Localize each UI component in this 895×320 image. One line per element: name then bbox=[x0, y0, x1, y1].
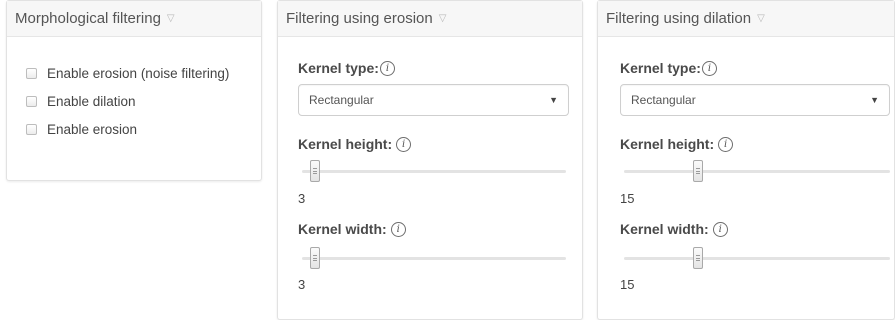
grip-icon bbox=[313, 255, 317, 261]
kernel-height-label: Kernel height: i bbox=[298, 136, 412, 152]
kernel-height-slider[interactable] bbox=[624, 157, 890, 187]
slider-track[interactable] bbox=[624, 257, 890, 260]
dilation-filter-panel: Filtering using dilation ▽ Kernel type: … bbox=[597, 0, 895, 320]
panel-title: Filtering using dilation bbox=[606, 10, 752, 27]
label-text: Kernel type: bbox=[298, 60, 379, 76]
panel-header: Morphological filtering ▽ bbox=[7, 1, 261, 37]
slider-track[interactable] bbox=[302, 170, 566, 173]
grip-icon bbox=[696, 255, 700, 261]
kernel-width-label: Kernel width: i bbox=[620, 221, 728, 237]
label-text: Kernel height: bbox=[620, 136, 715, 152]
checkbox-label: Enable dilation bbox=[47, 93, 136, 109]
info-icon[interactable]: i bbox=[396, 136, 412, 152]
panel-title: Morphological filtering bbox=[15, 10, 161, 27]
kernel-width-value: 15 bbox=[620, 277, 635, 292]
grip-icon bbox=[313, 168, 317, 174]
erosion-filter-panel: Filtering using erosion ▽ Kernel type: i… bbox=[277, 0, 583, 320]
slider-handle[interactable] bbox=[693, 160, 703, 182]
enable-erosion-checkbox[interactable]: Enable erosion bbox=[26, 119, 229, 139]
slider-handle[interactable] bbox=[693, 247, 703, 269]
checkbox-box[interactable] bbox=[26, 123, 37, 135]
kernel-width-slider[interactable] bbox=[302, 244, 566, 274]
caret-down-icon: ▼ bbox=[870, 95, 879, 105]
checkbox-box[interactable] bbox=[26, 95, 37, 107]
kernel-height-value: 15 bbox=[620, 191, 635, 206]
enable-erosion-noise-checkbox[interactable]: Enable erosion (noise filtering) bbox=[26, 63, 229, 83]
label-text: Kernel width: bbox=[298, 221, 387, 237]
slider-handle[interactable] bbox=[310, 247, 320, 269]
chevron-down-icon[interactable]: ▽ bbox=[757, 13, 765, 24]
label-text: Kernel type: bbox=[620, 60, 701, 76]
slider-track[interactable] bbox=[302, 257, 566, 260]
select-value: Rectangular bbox=[631, 93, 696, 107]
enable-dilation-checkbox[interactable]: Enable dilation bbox=[26, 91, 229, 111]
caret-down-icon: ▼ bbox=[549, 95, 558, 105]
chevron-down-icon[interactable]: ▽ bbox=[167, 13, 175, 24]
panel-title: Filtering using erosion bbox=[286, 10, 433, 27]
kernel-type-select[interactable]: Rectangular ▼ bbox=[298, 84, 569, 116]
kernel-height-value: 3 bbox=[298, 191, 306, 206]
label-text: Kernel height: bbox=[298, 136, 393, 152]
kernel-type-select[interactable]: Rectangular ▼ bbox=[620, 84, 890, 116]
select-value: Rectangular bbox=[309, 93, 374, 107]
info-icon[interactable]: i bbox=[379, 60, 395, 76]
morphological-filtering-panel: Morphological filtering ▽ Enable erosion… bbox=[6, 0, 262, 181]
kernel-height-slider[interactable] bbox=[302, 157, 566, 187]
checkbox-box[interactable] bbox=[26, 67, 37, 79]
grip-icon bbox=[696, 168, 700, 174]
slider-handle[interactable] bbox=[310, 160, 320, 182]
info-icon[interactable]: i bbox=[701, 60, 717, 76]
info-icon[interactable]: i bbox=[712, 221, 728, 237]
info-icon[interactable]: i bbox=[718, 136, 734, 152]
kernel-width-label: Kernel width: i bbox=[298, 221, 406, 237]
info-icon[interactable]: i bbox=[390, 221, 406, 237]
panel-header: Filtering using dilation ▽ bbox=[598, 1, 894, 37]
panel-header: Filtering using erosion ▽ bbox=[278, 1, 582, 37]
chevron-down-icon[interactable]: ▽ bbox=[439, 13, 447, 24]
kernel-width-slider[interactable] bbox=[624, 244, 890, 274]
kernel-height-label: Kernel height: i bbox=[620, 136, 734, 152]
slider-track[interactable] bbox=[624, 170, 890, 173]
checkbox-label: Enable erosion (noise filtering) bbox=[47, 65, 230, 81]
checkbox-label: Enable erosion bbox=[47, 121, 138, 137]
kernel-type-label: Kernel type: i bbox=[620, 60, 717, 76]
kernel-width-value: 3 bbox=[298, 277, 306, 292]
kernel-type-label: Kernel type: i bbox=[298, 60, 395, 76]
label-text: Kernel width: bbox=[620, 221, 709, 237]
